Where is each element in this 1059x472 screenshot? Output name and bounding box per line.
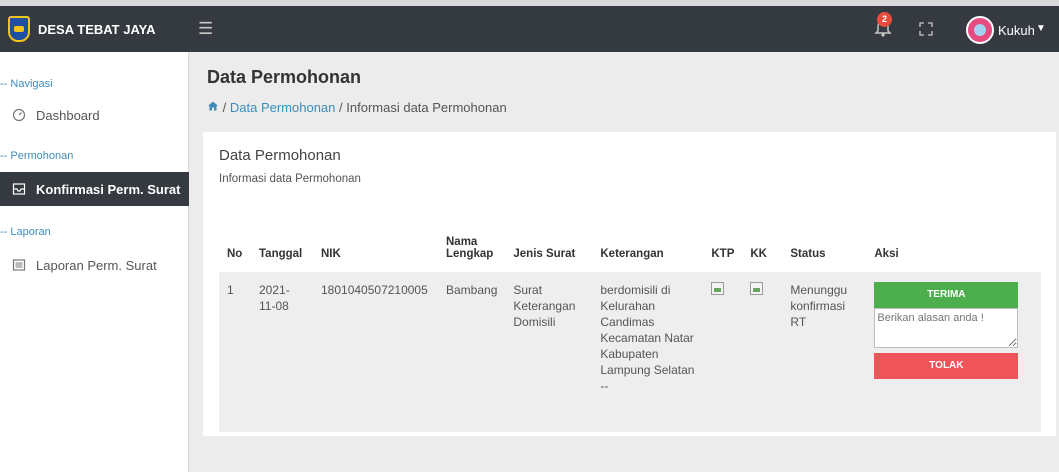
main-content: Data Permohonan / Data Permohonan / Info… (189, 52, 1059, 472)
column-header-kk: KK (750, 248, 767, 260)
expand-icon[interactable] (919, 22, 933, 36)
sidebar-item-dashboard[interactable]: Dashboard (0, 98, 189, 132)
permohonan-table: No Tanggal NIK Nama Lengkap Jenis Surat … (219, 228, 1041, 432)
breadcrumb-current: Informasi data Permohonan (346, 100, 507, 115)
dashboard-gauge-icon (12, 108, 26, 122)
cell-jenis-surat: Surat Keterangan Domisili (505, 272, 593, 432)
breadcrumb: / Data Permohonan / Informasi data Permo… (207, 100, 507, 115)
cell-tanggal: 2021-11-08 (251, 272, 313, 432)
sidebar-header-navigasi: -- Navigasi (0, 78, 53, 90)
brand[interactable]: DESA TEBAT JAYA (0, 6, 189, 52)
breadcrumb-separator: / (222, 100, 227, 115)
cell-keterangan: berdomisili di Kelurahan Candimas Kecama… (592, 272, 704, 432)
cell-no: 1 (219, 272, 251, 432)
column-header-tanggal: Tanggal (259, 248, 303, 260)
card-subtitle: Informasi data Permohonan (219, 173, 361, 185)
cell-aksi: TERIMA TOLAK (866, 272, 1041, 432)
broken-image-icon[interactable] (750, 282, 764, 295)
column-header-no: No (227, 248, 243, 260)
notification-count-badge: 2 (877, 12, 892, 27)
column-header-jenis-surat: Jenis Surat (513, 248, 576, 260)
cell-nama: Bambang (438, 272, 506, 432)
chevron-down-icon[interactable]: ▼ (1036, 23, 1046, 34)
terima-button[interactable]: TERIMA (874, 282, 1019, 308)
sidebar-item-laporan-perm-surat[interactable]: Laporan Perm. Surat (0, 248, 189, 282)
home-icon[interactable] (207, 100, 219, 112)
breadcrumb-separator: / (339, 100, 343, 115)
sidebar-header-laporan: -- Laporan (0, 226, 51, 238)
inbox-icon (12, 183, 26, 195)
tolak-button[interactable]: TOLAK (874, 353, 1019, 379)
sidebar-item-konfirmasi-perm-surat[interactable]: Konfirmasi Perm. Surat (0, 172, 189, 206)
column-header-keterangan: Keterangan (600, 248, 664, 260)
brand-title: DESA TEBAT JAYA (38, 21, 156, 37)
top-navbar: DESA TEBAT JAYA ☰ 2 Kukuh ▼ (0, 0, 1059, 52)
report-icon (12, 259, 26, 271)
cell-nik: 1801040507210005 (313, 272, 438, 432)
column-header-ktp: KTP (711, 248, 735, 260)
hamburger-icon[interactable]: ☰ (198, 20, 213, 37)
village-emblem-logo (8, 16, 30, 42)
sidebar-item-label: Dashboard (36, 107, 100, 123)
avatar[interactable] (966, 16, 994, 44)
page-title: Data Permohonan (207, 67, 362, 87)
column-header-nik: NIK (321, 248, 341, 260)
cell-kk (742, 272, 783, 432)
card-title: Data Permohonan (219, 147, 341, 164)
sidebar-header-permohonan: -- Permohonan (0, 150, 74, 162)
table-row: 1 2021-11-08 1801040507210005 Bambang Su… (219, 272, 1041, 432)
column-header-status: Status (790, 248, 826, 260)
sidebar: -- Navigasi Dashboard -- Permohonan Konf… (0, 52, 189, 472)
reason-input[interactable] (874, 308, 1019, 348)
broken-image-icon[interactable] (711, 282, 725, 295)
cell-status: Menunggu konfirmasi RT (782, 272, 867, 432)
user-name[interactable]: Kukuh (998, 23, 1035, 38)
sidebar-item-label: Laporan Perm. Surat (36, 257, 157, 273)
breadcrumb-link-data-permohonan[interactable]: Data Permohonan (230, 100, 336, 115)
table-header-row: No Tanggal NIK Nama Lengkap Jenis Surat … (219, 228, 1041, 272)
permohonan-card: Data Permohonan Informasi data Permohona… (203, 132, 1056, 436)
sidebar-item-label: Konfirmasi Perm. Surat (36, 181, 181, 197)
cell-ktp (703, 272, 743, 432)
column-header-nama-lengkap: Nama Lengkap (446, 236, 494, 260)
column-header-aksi: Aksi (874, 248, 899, 260)
